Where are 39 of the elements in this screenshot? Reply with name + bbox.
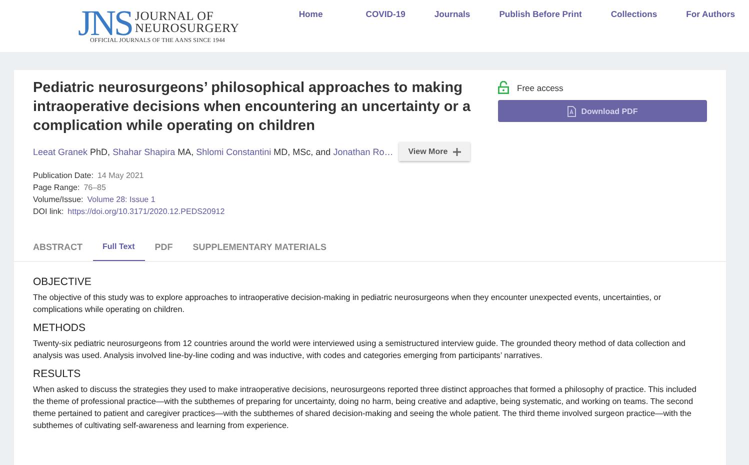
nav-link[interactable]: Home <box>284 9 351 19</box>
section-paragraph: When asked to discuss the strategies they used to make intraoperative decisions, neurosurgeons reported three distinct approaches that formed a philosophy of practice. This included the theme of professional practice—with the subthemes of preparing for uncertainty, doing no harm, being creative and adaptive, being systematic, and working on teams. The second theme pertained to patient and caregiver practices—with the subthemes of shared decision-making and seeing the whole patient. The third theme involved surgeon practice—with the subthemes of cultivating self-awareness and learning from experience. <box>33 384 698 432</box>
logo-title: JOURNAL OF <box>135 10 215 22</box>
nav-link[interactable]: Publish Before Print <box>484 9 596 19</box>
meta-label: Page Range: <box>33 183 80 192</box>
plus-icon <box>452 148 461 156</box>
document-icon <box>567 106 576 116</box>
nav-link[interactable]: Collections <box>596 9 672 19</box>
unlocked-padlock-icon <box>498 81 509 94</box>
author-link[interactable]: Shlomi Constantini <box>196 146 272 156</box>
view-more-button[interactable]: View More <box>399 142 470 161</box>
section-heading: RESULTS <box>33 368 82 380</box>
section-heading: METHODS <box>33 322 86 334</box>
tab[interactable]: PDF <box>144 236 183 261</box>
logo-title: NEUROSURGERY <box>135 22 240 34</box>
section-paragraph: The objective of this study was to explore approaches to intraoperative decision-making in pediatric neurosurgeons when they encounter unexpected events, uncertainties, or complications while operating on children. <box>33 292 662 316</box>
access-label: Free access <box>517 82 564 92</box>
tab[interactable]: Full Text <box>92 236 145 261</box>
nav-link[interactable]: For Authors <box>671 9 749 19</box>
meta-label: Publication Date: <box>33 171 94 180</box>
meta-label: DOI link: <box>33 207 64 216</box>
nav-link[interactable]: Journals <box>419 9 484 19</box>
tab[interactable]: ABSTRACT <box>23 236 92 261</box>
download-pdf-button[interactable]: Download PDF <box>498 100 707 122</box>
meta-value: 14 May 2021 <box>97 171 144 180</box>
section-paragraph: Twenty-six pediatric neurosurgeons from 12 countries around the world were interviewed using a semistructured interview guide. The grounded theory method of data collection and analysis was used. Analysis involved line-by-line coding and was inductive, with codes and categories emerging from participants’ narratives. <box>33 338 686 362</box>
logo-mark[interactable]: JNS <box>78 8 132 38</box>
section-heading: OBJECTIVE <box>33 276 92 288</box>
article-title: Pediatric neurosurgeons’ philosophical approaches to making intraoperative decisions when encountering an uncertainty or a complication while operating on children <box>33 79 472 136</box>
tab[interactable]: SUPPLEMENTARY MATERIALS <box>182 236 336 261</box>
meta-value: 76–85 <box>84 183 106 192</box>
meta-link[interactable]: https://doi.org/10.3171/2020.12.PEDS20912 <box>68 207 225 216</box>
nav-link[interactable]: COVID-19 <box>350 9 420 19</box>
author-list: Leeat Granek PhD, Shahar Shapira MA, Shlomi Constantini MD, MSc, and Jonathan Ro… <box>33 146 394 156</box>
meta-label: Volume/Issue: <box>33 195 84 204</box>
author-link[interactable]: Shahar Shapira <box>112 146 176 156</box>
meta-link[interactable]: Volume 28: Issue 1 <box>87 195 156 204</box>
author-link[interactable]: Jonathan Ro… <box>333 146 394 156</box>
author-link[interactable]: Leeat Granek <box>33 146 88 156</box>
